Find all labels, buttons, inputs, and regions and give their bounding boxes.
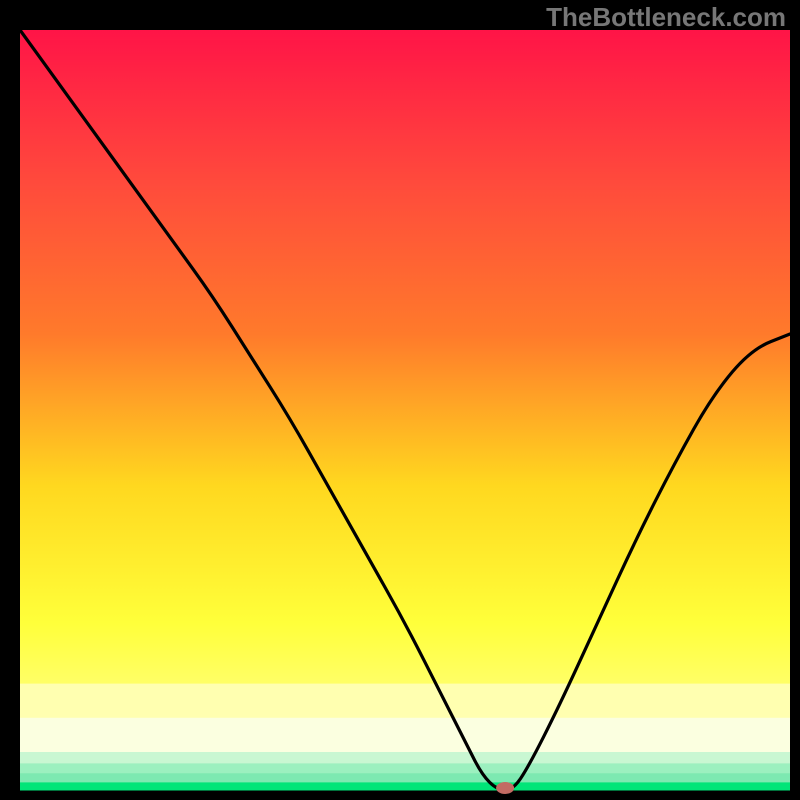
color-band	[20, 782, 790, 790]
color-band	[20, 718, 790, 753]
optimal-marker	[496, 782, 514, 794]
watermark-text: TheBottleneck.com	[546, 2, 786, 33]
color-band	[20, 763, 790, 773]
chart-container: { "watermark": "TheBottleneck.com", "cha…	[0, 0, 800, 800]
color-band	[20, 773, 790, 783]
color-band	[20, 752, 790, 764]
bottleneck-chart	[0, 0, 800, 800]
color-band	[20, 684, 790, 719]
gradient-background	[20, 30, 790, 790]
